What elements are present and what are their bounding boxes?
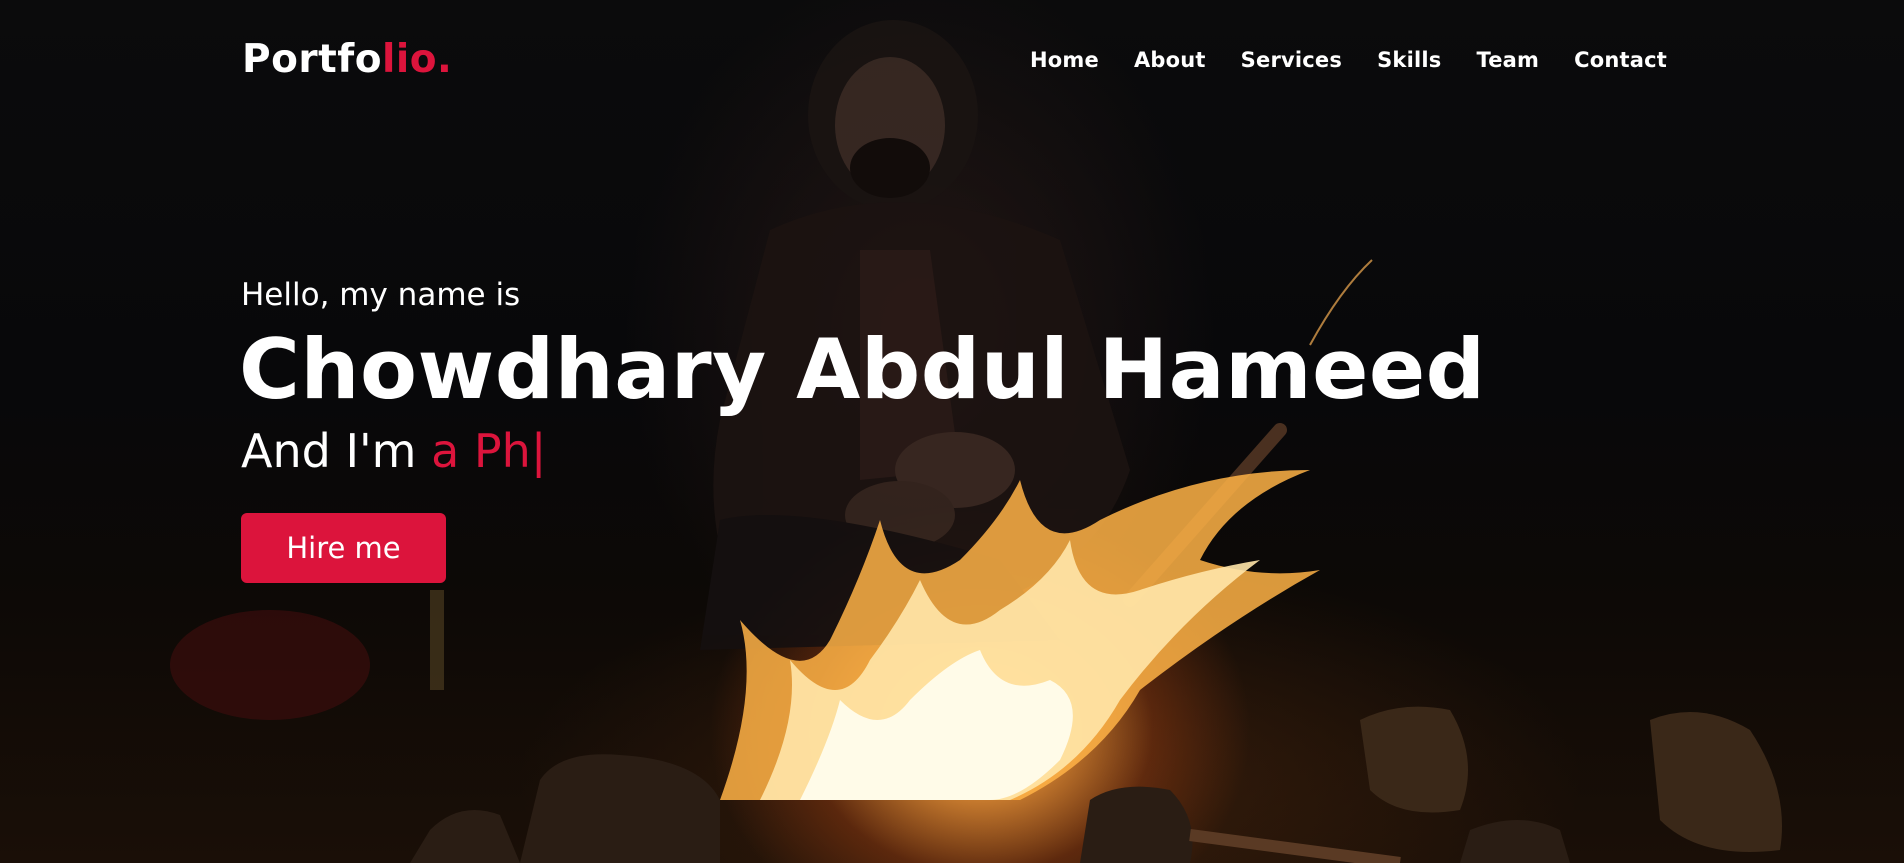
nav-link-team[interactable]: Team	[1476, 48, 1539, 72]
hire-me-button[interactable]: Hire me	[241, 513, 446, 583]
nav-item-services: Services	[1241, 44, 1342, 76]
logo-text-main: Portfo	[242, 37, 383, 82]
nav-item-skills: Skills	[1377, 44, 1441, 76]
hero-greeting: Hello, my name is	[241, 277, 521, 313]
nav-item-contact: Contact	[1574, 44, 1667, 76]
nav-link-home[interactable]: Home	[1030, 48, 1099, 72]
nav-menu: Home About Services Skills Team Contact	[995, 44, 1667, 76]
tagline-prefix: And I'm	[241, 424, 432, 478]
nav-item-about: About	[1134, 44, 1206, 76]
nav-link-about[interactable]: About	[1134, 48, 1206, 72]
nav-item-team: Team	[1476, 44, 1539, 76]
hero-name: Chowdhary Abdul Hameed	[239, 321, 1486, 418]
typed-role-text: a Ph	[431, 424, 531, 478]
logo-text-accent: lio.	[382, 37, 453, 82]
nav-link-services[interactable]: Services	[1241, 48, 1342, 72]
site-logo[interactable]: Portfolio.	[242, 36, 452, 84]
typing-cursor: |	[530, 424, 547, 478]
hero-content: Hello, my name is Chowdhary Abdul Hameed…	[239, 272, 1541, 583]
navbar: Portfolio. Home About Services Skills Te…	[0, 0, 1904, 120]
nav-link-contact[interactable]: Contact	[1574, 48, 1667, 72]
nav-item-home: Home	[1030, 44, 1099, 76]
hero-tagline: And I'm a Ph|	[241, 420, 1541, 482]
nav-link-skills[interactable]: Skills	[1377, 48, 1441, 72]
